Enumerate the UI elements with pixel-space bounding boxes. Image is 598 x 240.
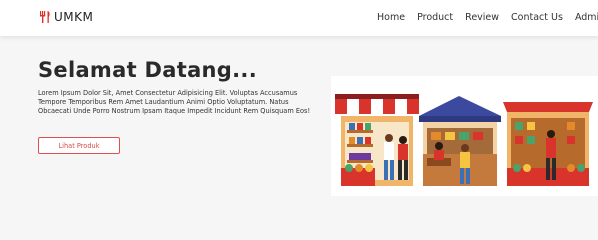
hero-title: Selamat Datang...	[38, 58, 257, 82]
left-stall	[335, 94, 419, 186]
middle-stall	[419, 96, 501, 186]
hero-description: Lorem Ipsum Dolor Sit, Amet Consectetur …	[38, 89, 311, 115]
market-stalls-illustration	[331, 76, 598, 196]
brand-logo[interactable]: UMKM	[38, 10, 93, 24]
nav-link-admin[interactable]: Admin	[575, 12, 598, 23]
right-stall	[503, 102, 593, 186]
utensils-icon	[40, 11, 50, 23]
nav-link-review[interactable]: Review	[465, 12, 499, 23]
nav-link-product[interactable]: Product	[417, 12, 453, 23]
navbar: UMKM Home Product Review Contact Us Admi…	[0, 0, 598, 36]
nav-link-contact-us[interactable]: Contact Us	[511, 12, 563, 23]
nav-link-home[interactable]: Home	[377, 12, 405, 23]
view-products-button[interactable]: Lihat Produk	[38, 137, 120, 154]
brand-name: UMKM	[54, 10, 94, 24]
nav-links: Home Product Review Contact Us Admin	[377, 12, 598, 23]
